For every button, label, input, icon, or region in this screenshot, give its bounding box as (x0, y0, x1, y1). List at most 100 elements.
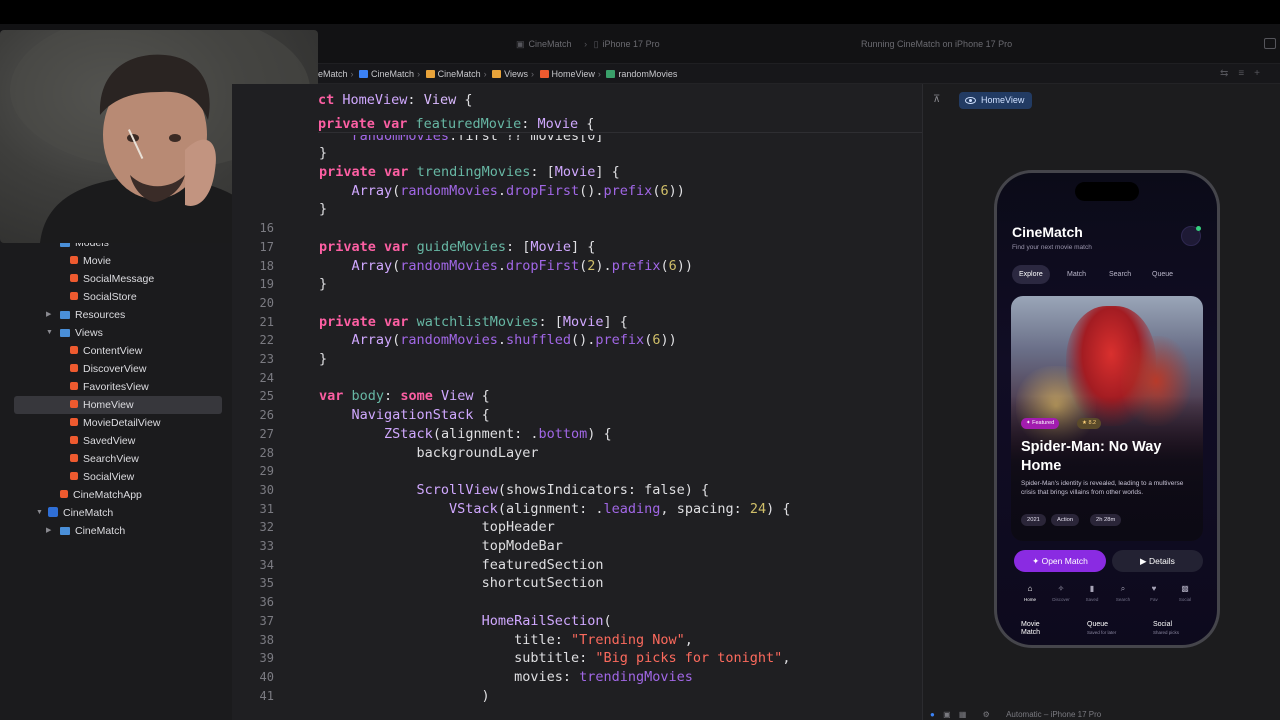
magnifier-icon: ⌕ (1120, 584, 1126, 593)
code-line: 27 ZStack(alignment: .bottom) { (232, 425, 922, 444)
code-text: Array(randomMovies.dropFirst().prefix(6)… (351, 182, 685, 199)
code-text: ScrollView(showsIndicators: false) { (416, 481, 710, 498)
code-text: featuredSection (481, 556, 604, 573)
breadcrumb-item-project[interactable]: eMatch (318, 69, 348, 79)
featured-card[interactable]: ✦ Featured ★ 8.2 Spider-Man: No Way Home… (1011, 296, 1203, 541)
grid-icon[interactable]: ▦ (959, 710, 967, 719)
nav-item-cinematch-group[interactable]: ▶ CineMatch (46, 522, 125, 540)
nav-item-socialview[interactable]: SocialView (70, 468, 134, 486)
code-text: private var guideMovies: [Movie] { (319, 238, 596, 255)
device-selector[interactable]: Automatic – iPhone 17 Pro (1006, 710, 1101, 719)
breadcrumb: eMatch › CineMatch › CineMatch › Views › Hom… (318, 69, 678, 79)
code-text: } (319, 351, 328, 367)
code-line: private var trendingMovies: [Movie] { (232, 163, 922, 182)
tab-fav[interactable]: ♥ Fav (1140, 581, 1168, 611)
breadcrumb-item-target[interactable]: CineMatch (371, 69, 414, 79)
breadcrumb-item-group[interactable]: CineMatch (438, 69, 481, 79)
nav-item-resources[interactable]: ▶ Resources (46, 306, 125, 324)
settings-icon[interactable]: ⚙ (983, 710, 990, 719)
breadcrumb-item-views[interactable]: Views (504, 69, 528, 79)
line-number: 19 (259, 277, 274, 292)
nav-item-views[interactable]: ▼ Views (46, 324, 103, 342)
tab-saved[interactable]: ▮ Saved (1078, 581, 1106, 611)
nav-item-moviedetailview[interactable]: MovieDetailView (70, 414, 160, 432)
code-line: 40 movies: trendingMovies (232, 668, 922, 687)
pin-icon[interactable]: ⊼ (933, 94, 940, 105)
code-editor[interactable]: ct HomeView: View { private var featured… (232, 84, 922, 720)
shortcut-movie-match[interactable]: Movie Match (1021, 621, 1055, 637)
iphone-preview[interactable]: CineMatch Find your next movie match Exp… (994, 170, 1220, 648)
nav-item-socialstore[interactable]: SocialStore (70, 288, 137, 306)
nav-item-movie[interactable]: Movie (70, 252, 111, 270)
shortcut-queue[interactable]: Queue Saved for later (1087, 621, 1116, 637)
code-line: 22 Array(randomMovies.shuffled().prefix(… (232, 331, 922, 350)
open-match-button[interactable]: ✦ Open Match (1014, 550, 1106, 572)
code-line: 21 private var watchlistMovies: [Movie] { (232, 313, 922, 332)
mode-search[interactable]: Search (1102, 265, 1138, 284)
heart-icon: ♥ (1151, 584, 1157, 593)
project-icon (48, 507, 58, 517)
nav-item-favoritesview[interactable]: FavoritesView (70, 378, 149, 396)
line-number: 26 (259, 408, 274, 423)
top-mode-bar: Explore Match Search Queue (1012, 265, 1202, 284)
nav-item-homeview[interactable]: HomeView (14, 396, 222, 414)
line-number: 41 (259, 688, 274, 703)
play-icon: ▶ (1140, 556, 1149, 566)
folder-icon (60, 527, 70, 535)
disclosure-down-icon[interactable]: ▼ (46, 324, 53, 342)
disclosure-right-icon[interactable]: ▶ (46, 306, 51, 324)
disclosure-right-icon[interactable]: ▶ (46, 522, 51, 540)
details-button[interactable]: ▶ Details (1112, 550, 1203, 572)
nav-item-socialmessage[interactable]: SocialMessage (70, 270, 154, 288)
genre-chip: Action (1051, 514, 1080, 526)
tab-social[interactable]: ▩ Social (1171, 581, 1199, 611)
preview-tab[interactable]: HomeView (959, 92, 1033, 109)
dynamic-island (1075, 182, 1139, 201)
canvas-header: ⊼ HomeView (923, 92, 1280, 110)
nav-item-searchview[interactable]: SearchView (70, 450, 139, 468)
project-navigator: Models Movie SocialMessage SocialStore ▶… (0, 237, 232, 720)
iphone-icon: ▯ (593, 39, 599, 49)
featured-badge: ✦ Featured (1021, 418, 1060, 429)
code-line: } (319, 145, 328, 161)
nav-item-discoverview[interactable]: DiscoverView (70, 360, 146, 378)
editor-options-icons[interactable]: ⇆≡+ (1220, 68, 1270, 79)
chevron-right-icon: › (584, 39, 588, 49)
code-text: topModeBar (481, 538, 563, 554)
swift-file-icon (70, 400, 78, 408)
code-text: Array(randomMovies.dropFirst(2).prefix(6… (351, 257, 694, 274)
nav-item-savedview[interactable]: SavedView (70, 432, 135, 450)
code-line: 16 (232, 219, 922, 238)
nav-item-cinematchapp[interactable]: CineMatchApp (60, 486, 142, 504)
folder-icon (492, 70, 502, 78)
scheme-selector[interactable]: ▣ CineMatch › ▯ iPhone 17 Pro (516, 39, 660, 50)
sidebar-toggle-icon[interactable] (1264, 38, 1276, 49)
mode-explore[interactable]: Explore (1012, 265, 1050, 284)
line-number: 28 (259, 445, 274, 460)
mode-match[interactable]: Match (1060, 265, 1093, 284)
tab-discover[interactable]: ✧ Discover (1047, 581, 1075, 611)
line-number: 22 (259, 333, 274, 348)
line-number: 16 (259, 221, 274, 236)
house-icon: ⌂ (1027, 584, 1033, 593)
mode-queue[interactable]: Queue (1145, 265, 1180, 284)
device-label: iPhone 17 Pro (602, 39, 660, 49)
tab-search[interactable]: ⌕ Search (1109, 581, 1137, 611)
shortcut-social[interactable]: Social Shared picks (1153, 621, 1179, 637)
code-line: 19} (232, 275, 922, 294)
nav-item-contentview[interactable]: ContentView (70, 342, 142, 360)
code-text: private var watchlistMovies: [Movie] { (319, 313, 628, 330)
select-icon[interactable]: ▣ (943, 710, 951, 719)
profile-avatar[interactable] (1181, 226, 1201, 246)
breadcrumb-item-symbol[interactable]: randomMovies (618, 69, 677, 79)
nav-item-cinematch-project[interactable]: ▼ CineMatch (36, 504, 113, 522)
tab-home[interactable]: ⌂ Home (1016, 581, 1044, 611)
play-icon[interactable]: ● (930, 710, 935, 719)
breadcrumb-item-file[interactable]: HomeView (552, 69, 595, 79)
app-scheme-icon: ▣ (516, 39, 525, 49)
disclosure-down-icon[interactable]: ▼ (36, 504, 43, 522)
code-text: VStack(alignment: .leading, spacing: 24)… (449, 500, 791, 517)
code-line: } (232, 200, 922, 219)
code-text: topHeader (481, 519, 555, 536)
code-text: HomeRailSection( (481, 612, 612, 629)
